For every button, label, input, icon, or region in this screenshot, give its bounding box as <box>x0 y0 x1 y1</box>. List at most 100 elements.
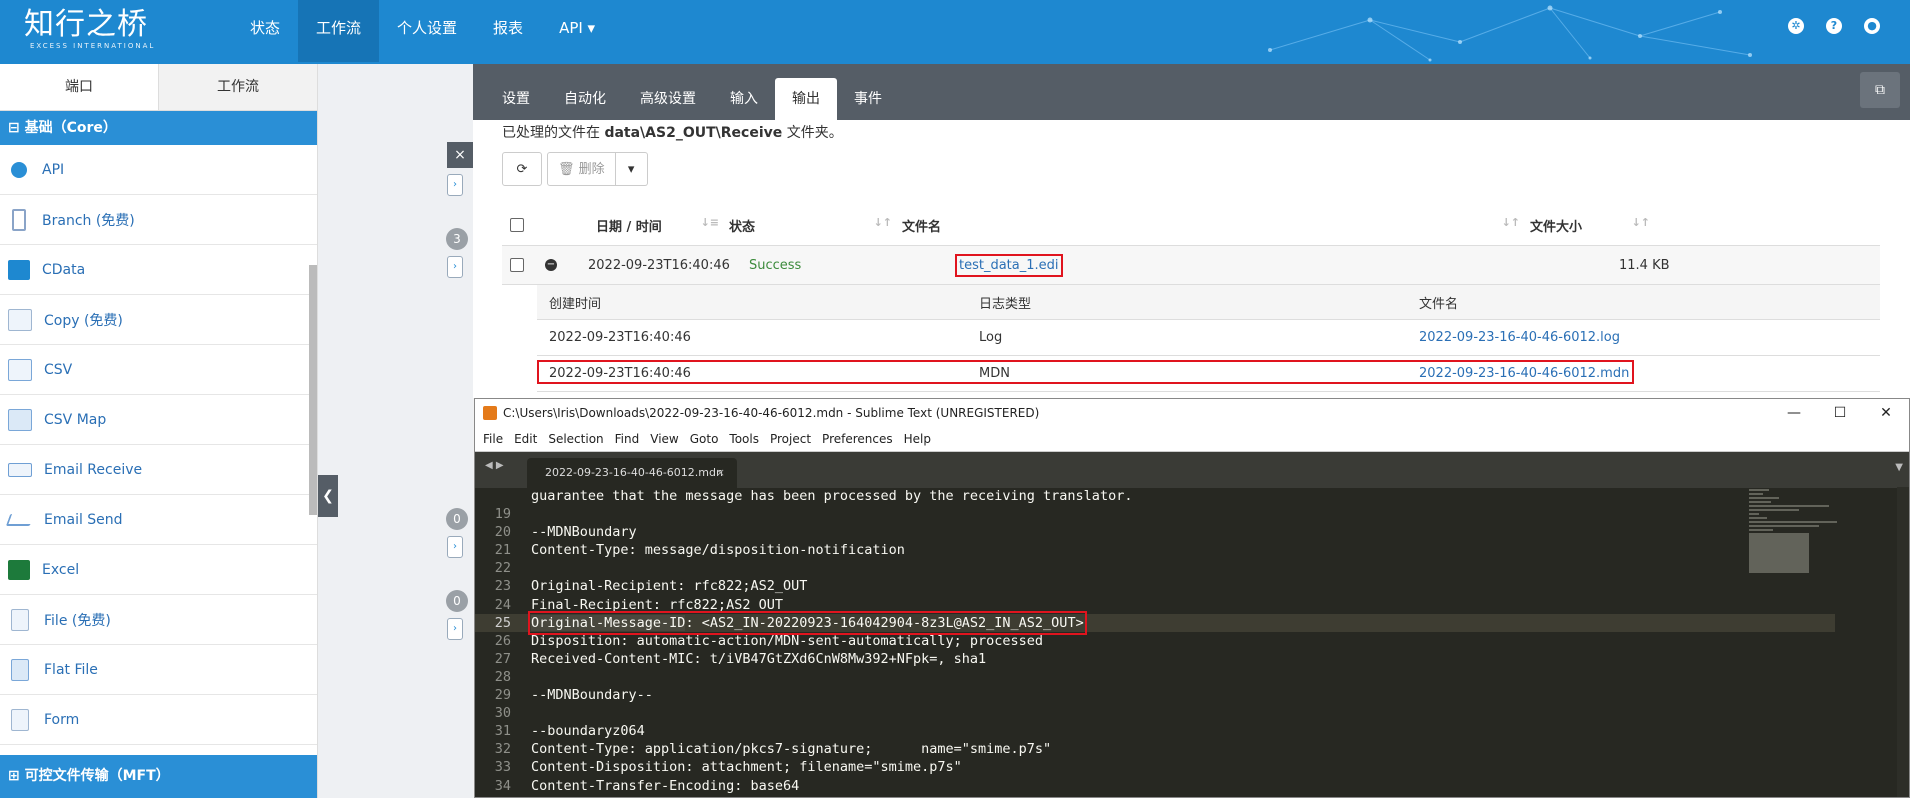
editor-tab[interactable]: 2022-09-23-16-40-46-6012.mdn × <box>527 458 737 488</box>
sidebar-item-email-send[interactable]: Email Send <box>0 495 317 545</box>
main-nav: 状态 工作流 个人设置 报表 API ▾ <box>232 0 613 64</box>
window-titlebar: C:\Users\Iris\Downloads\2022-09-23-16-40… <box>475 399 1909 427</box>
menu-edit[interactable]: Edit <box>514 432 537 446</box>
sidebar-item-flat-file[interactable]: Flat File <box>0 645 317 695</box>
sidebar-scrollbar[interactable] <box>309 265 317 515</box>
collapse-sidebar-button[interactable]: ❮ <box>318 475 338 517</box>
nav-status[interactable]: 状态 <box>232 0 298 62</box>
sidebar-item-email-receive[interactable]: Email Receive <box>0 445 317 495</box>
tab-workflow[interactable]: 工作流 <box>159 64 317 110</box>
menu-project[interactable]: Project <box>770 432 811 446</box>
sidebar-item-cdata[interactable]: CData <box>0 245 317 295</box>
select-all-checkbox[interactable] <box>510 218 524 232</box>
menu-goto[interactable]: Goto <box>690 432 719 446</box>
menu-tools[interactable]: Tools <box>729 432 759 446</box>
table-header: 日期 / 时间 ↓≡ 状态 ↓↑ 文件名 ↓↑ 文件大小 ↓↑ <box>502 205 1880 246</box>
port-panel: 设置 自动化 高级设置 输入 输出 事件 ⧉ 已处理的文件在 data\AS2_… <box>473 64 1910 398</box>
top-navbar: 知行之桥 EXCESS INTERNATIONAL 状态 工作流 个人设置 报表… <box>0 0 1910 64</box>
node-connector[interactable]: › <box>447 618 463 640</box>
close-icon[interactable]: ✕ <box>1863 399 1909 427</box>
tab-events[interactable]: 事件 <box>837 78 899 120</box>
line-number: 35 <box>475 795 511 797</box>
row-filename-link[interactable]: test_data_1.edi <box>955 253 1063 277</box>
tab-input[interactable]: 输入 <box>713 78 775 120</box>
minimize-icon[interactable]: — <box>1771 399 1817 427</box>
nav-workflow[interactable]: 工作流 <box>298 0 380 62</box>
section-core[interactable]: ⊟ 基础（Core） <box>0 111 317 145</box>
tab-bar: ◀ ▶ 2022-09-23-16-40-46-6012.mdn × ▼ <box>475 452 1909 488</box>
table-row[interactable]: 2022-09-23T16:40:46 Log 2022-09-23-16-40… <box>537 320 1880 356</box>
sidebar-item-csv[interactable]: CSV <box>0 345 317 395</box>
note-path: data\AS2_OUT\Receive <box>604 125 783 141</box>
sidebar-item-form[interactable]: Form <box>0 695 317 745</box>
tab-output[interactable]: 输出 <box>775 78 837 120</box>
line-number <box>475 487 511 505</box>
note-prefix: 已处理的文件在 <box>502 125 605 141</box>
menu-file[interactable]: File <box>483 432 503 446</box>
col-filename[interactable]: 文件名 ↓↑ <box>902 216 1530 235</box>
line-text: --boundaryz064 <box>531 723 645 740</box>
log-file-link[interactable]: 2022-09-23-16-40-46-6012.log <box>1419 330 1620 345</box>
menu-view[interactable]: View <box>650 432 678 446</box>
code-line: 30 <box>475 704 1835 722</box>
col-created: 创建时间 <box>549 296 602 312</box>
refresh-button[interactable]: ⟳ <box>502 152 542 186</box>
node-connector[interactable]: › <box>447 174 463 196</box>
api-icon <box>11 161 27 178</box>
sidebar-item-copy[interactable]: Copy (免费) <box>0 295 317 345</box>
col-date[interactable]: 日期 / 时间 ↓≡ <box>596 216 729 235</box>
sidebar-item-csv-map[interactable]: CSV Map <box>0 395 317 445</box>
line-text: Received-Content-MIC: t/iVB47GtZXd6CnW8M… <box>531 650 987 667</box>
flat-file-icon <box>11 658 29 681</box>
maximize-icon[interactable]: ☐ <box>1817 399 1863 427</box>
line-text: Final-Recipient: rfc822;AS2_OUT <box>531 596 783 613</box>
sort-icon: ↓↑ <box>1631 215 1650 229</box>
close-tab-icon[interactable]: × <box>716 458 725 488</box>
external-link-icon[interactable]: ⧉ <box>1860 72 1900 108</box>
menu-find[interactable]: Find <box>615 432 640 446</box>
tab-nav-arrows[interactable]: ◀ ▶ <box>485 460 504 471</box>
row-checkbox[interactable] <box>510 258 524 272</box>
nav-api[interactable]: API ▾ <box>541 0 613 62</box>
node-connector[interactable]: › <box>447 536 463 558</box>
sidebar-item-file[interactable]: File (免费) <box>0 595 317 645</box>
delete-button[interactable]: 🗑 删除 <box>547 152 616 186</box>
minimap[interactable] <box>1749 489 1839 604</box>
sidebar-item-api[interactable]: API <box>0 145 317 195</box>
code-line: 26 Disposition: automatic-action/MDN-sent… <box>475 632 1835 650</box>
cdata-icon <box>8 259 30 280</box>
editor-scrollbar[interactable] <box>1897 487 1909 797</box>
menu-preferences[interactable]: Preferences <box>822 432 893 446</box>
help-icon[interactable]: ? <box>1826 18 1842 34</box>
nav-reports[interactable]: 报表 <box>475 0 541 62</box>
node-connector[interactable]: › <box>447 256 463 278</box>
nav-personal-settings[interactable]: 个人设置 <box>379 0 475 62</box>
code-editor[interactable]: guarantee that the message has been proc… <box>475 487 1835 797</box>
table-row[interactable]: − 2022-09-23T16:40:46 Success test_data_… <box>502 246 1880 285</box>
line-number: 21 <box>494 542 511 559</box>
menu-selection[interactable]: Selection <box>548 432 603 446</box>
col-size[interactable]: 文件大小 ↓↑ <box>1530 216 1660 235</box>
menu-help[interactable]: Help <box>904 432 931 446</box>
sidebar-item-label: API <box>42 161 65 178</box>
sidebar-item-excel[interactable]: Excel <box>0 545 317 595</box>
window-title: C:\Users\Iris\Downloads\2022-09-23-16-40… <box>503 406 1040 420</box>
collapse-row-icon[interactable]: − <box>545 259 557 271</box>
user-icon[interactable]: ● <box>1864 18 1880 34</box>
tab-advanced[interactable]: 高级设置 <box>623 78 713 120</box>
sidebar-item-branch[interactable]: Branch (免费) <box>0 195 317 245</box>
panel-tabs: 设置 自动化 高级设置 输入 输出 事件 ⧉ <box>473 64 1910 120</box>
table-row[interactable]: 2022-09-23T16:40:46 MDN 2022-09-23-16-40… <box>537 356 1880 392</box>
col-status[interactable]: 状态 ↓↑ <box>729 216 902 235</box>
tab-dropdown-icon[interactable]: ▼ <box>1895 462 1903 473</box>
tab-ports[interactable]: 端口 <box>0 64 159 110</box>
logo[interactable]: 知行之桥 EXCESS INTERNATIONAL <box>24 8 155 51</box>
section-mft[interactable]: ⊞ 可控文件传输（MFT） <box>0 755 317 798</box>
line-text: guarantee that the message has been proc… <box>531 488 1133 504</box>
tab-automation[interactable]: 自动化 <box>547 78 623 120</box>
close-node-button[interactable]: × <box>447 142 473 168</box>
chevron-down-icon[interactable]: ▾ <box>615 152 648 186</box>
gear-icon[interactable]: ✲ <box>1788 18 1804 34</box>
line-text: Content-Transfer-Encoding: base64 <box>531 777 800 794</box>
tab-settings[interactable]: 设置 <box>485 78 547 120</box>
